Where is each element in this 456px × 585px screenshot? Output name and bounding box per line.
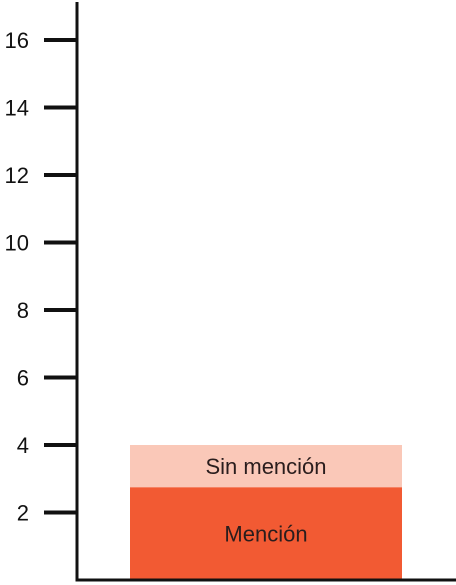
y-tick-label: 10 — [5, 231, 29, 256]
y-tick-label: 6 — [17, 366, 29, 391]
y-tick-label: 12 — [5, 163, 29, 188]
bars: Mención Sin mención — [130, 445, 402, 580]
stacked-bar-chart: 2 4 6 8 10 12 14 16 Mención Sin mención — [5, 2, 456, 582]
bar-segment-label: Mención — [224, 522, 307, 547]
y-tick-label: 2 — [17, 501, 29, 526]
y-tick-label: 16 — [5, 28, 29, 53]
bar-segment-label: Sin mención — [205, 454, 326, 479]
y-tick-label: 4 — [17, 433, 29, 458]
y-axis: 2 4 6 8 10 12 14 16 — [5, 28, 77, 526]
y-tick-label: 14 — [5, 96, 29, 121]
y-tick-label: 8 — [17, 298, 29, 323]
